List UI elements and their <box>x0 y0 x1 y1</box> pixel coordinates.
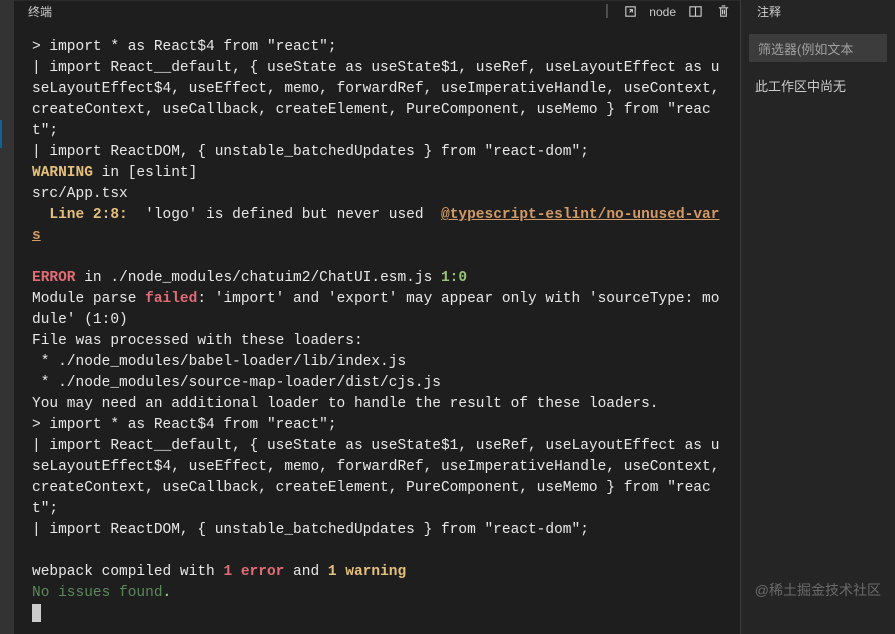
comments-panel: 注释 筛选器(例如文本 此工作区中尚无 <box>740 0 895 634</box>
output-text: Module parse <box>32 291 145 307</box>
no-issues-text: No issues found <box>32 585 163 601</box>
error-label: ERROR <box>32 270 76 286</box>
terminal-process-name[interactable]: node <box>649 5 676 19</box>
error-position: 1:0 <box>432 270 467 286</box>
output-line: | import ReactDOM, { unstable_batchedUpd… <box>32 144 589 160</box>
terminal-cursor <box>32 604 41 622</box>
output-line: | import ReactDOM, { unstable_batchedUpd… <box>32 522 589 538</box>
warning-label: WARNING <box>32 165 93 181</box>
terminal-panel-header: 终端 | node <box>14 0 740 22</box>
comments-panel-title[interactable]: 注释 <box>757 3 781 20</box>
activity-bar <box>0 0 14 634</box>
output-line: File was processed with these loaders: <box>32 333 363 349</box>
output-line: src/App.tsx <box>32 186 128 202</box>
error-count: 1 error <box>223 564 284 580</box>
filter-placeholder: 筛选器(例如文本 <box>758 39 853 58</box>
trash-icon[interactable] <box>714 3 732 21</box>
active-view-marker <box>0 120 2 148</box>
output-line: > import * as React$4 from "react"; <box>32 417 337 433</box>
output-text: webpack compiled with <box>32 564 223 580</box>
comments-filter-input[interactable]: 筛选器(例如文本 <box>749 34 887 62</box>
output-line: | import React__default, { useState as u… <box>32 438 728 517</box>
output-text: in <box>76 270 111 286</box>
separator: | <box>603 4 612 20</box>
main-area: 终端 | node > import * as React$4 from "re… <box>14 0 740 634</box>
comments-empty-message: 此工作区中尚无 <box>741 62 895 95</box>
warning-count: 1 warning <box>328 564 406 580</box>
failed-label: failed <box>145 291 197 307</box>
output-line: > import * as React$4 from "react"; <box>32 39 337 55</box>
terminal-panel-title[interactable]: 终端 <box>28 3 52 20</box>
output-text: in [eslint] <box>93 165 197 181</box>
output-line: * ./node_modules/babel-loader/lib/index.… <box>32 354 406 370</box>
output-text: 'logo' is defined but never used <box>128 207 441 223</box>
launch-profile-icon[interactable] <box>621 3 639 21</box>
comments-panel-header: 注释 <box>741 0 895 22</box>
output-line: | import React__default, { useState as u… <box>32 60 728 139</box>
split-terminal-icon[interactable] <box>686 3 704 21</box>
dot-text: . <box>163 585 172 601</box>
error-file: ./node_modules/chatuim2/ChatUI.esm.js <box>110 270 432 286</box>
output-line: You may need an additional loader to han… <box>32 396 659 412</box>
terminal-output[interactable]: > import * as React$4 from "react"; | im… <box>14 22 740 634</box>
output-text: and <box>284 564 328 580</box>
output-line: * ./node_modules/source-map-loader/dist/… <box>32 375 441 391</box>
line-location: Line 2:8: <box>32 207 128 223</box>
